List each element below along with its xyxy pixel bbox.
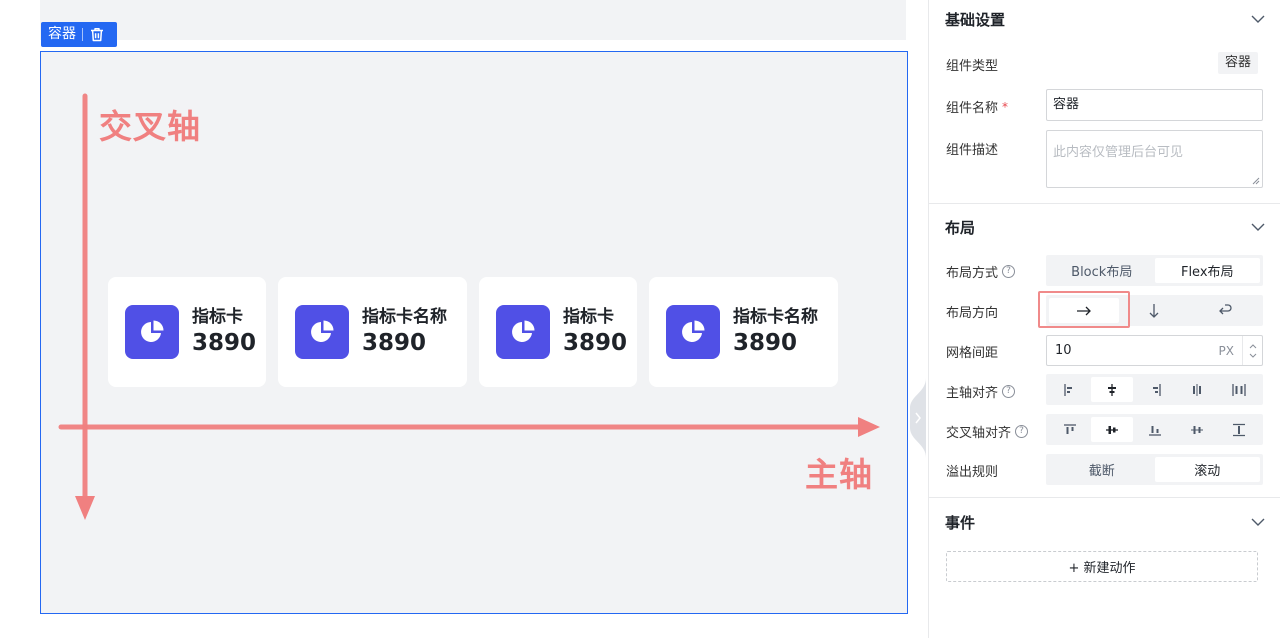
metric-card[interactable]: 指标卡名称 3890: [649, 277, 838, 387]
justify-around-option[interactable]: [1176, 377, 1218, 402]
layout-direction-label: 布局方向: [946, 306, 999, 321]
component-name-label: 组件名称 *: [946, 97, 1009, 117]
cross-align-label: 交叉轴对齐 ?: [946, 422, 1029, 441]
align-stretch-option[interactable]: [1218, 417, 1260, 442]
metric-card-value: 3890: [192, 330, 257, 356]
align-middle-icon: [1106, 425, 1119, 434]
grid-gap-value[interactable]: 10: [1047, 343, 1219, 358]
overflow-label: 溢出规则: [946, 465, 999, 480]
required-star: *: [1002, 99, 1009, 114]
metric-card-title: 指标卡: [192, 307, 243, 327]
layout-mode-segment: Block布局 Flex布局: [1046, 255, 1263, 286]
component-desc-textarea[interactable]: 此内容仅管理后台可见: [1046, 130, 1263, 188]
component-name-label-text: 组件名称: [946, 101, 999, 116]
section-title: 事件: [945, 513, 976, 532]
justify-end-icon: [1152, 383, 1161, 396]
section-header-layout[interactable]: 布局: [945, 215, 1265, 239]
overflow-clip-option[interactable]: 截断: [1049, 457, 1155, 482]
align-start-option[interactable]: [1049, 417, 1091, 442]
pie-chart-icon: [125, 305, 179, 359]
badge-divider: [82, 28, 83, 41]
pie-chart-icon: [496, 305, 550, 359]
justify-start-option[interactable]: [1049, 377, 1091, 402]
section-title: 基础设置: [945, 10, 1006, 29]
panel-collapse-handle[interactable]: [906, 378, 926, 458]
metric-card-title: 指标卡名称: [362, 307, 447, 327]
desc-placeholder: 此内容仅管理后台可见: [1053, 145, 1184, 160]
help-icon[interactable]: ?: [1002, 265, 1016, 278]
section-title: 布局: [945, 218, 976, 237]
help-icon[interactable]: ?: [1002, 385, 1016, 398]
number-stepper[interactable]: [1242, 336, 1262, 365]
layout-mode-label: 布局方式 ?: [946, 262, 1016, 281]
layout-mode-block[interactable]: Block布局: [1049, 258, 1155, 283]
main-align-label-text: 主轴对齐: [946, 386, 999, 401]
metric-card-title: 指标卡名称: [733, 307, 818, 327]
selected-component-badge: 容器: [41, 22, 117, 47]
resize-grip-icon[interactable]: [1252, 177, 1260, 185]
add-action-button[interactable]: + 新建动作: [946, 551, 1258, 582]
align-stretch-icon: [1232, 423, 1245, 436]
trash-icon[interactable]: [90, 27, 104, 42]
stepper-up-icon[interactable]: [1249, 343, 1257, 349]
justify-between-icon: [1232, 383, 1246, 396]
justify-end-option[interactable]: [1133, 377, 1175, 402]
component-type-tag: 容器: [1218, 52, 1259, 74]
pie-chart-icon: [295, 305, 349, 359]
metric-card[interactable]: 指标卡 3890: [108, 277, 266, 387]
metric-card-value: 3890: [733, 330, 798, 356]
main-align-segment: [1046, 374, 1263, 405]
align-baseline-icon: [1190, 425, 1203, 434]
chevron-down-icon[interactable]: [1251, 518, 1265, 526]
stepper-down-icon[interactable]: [1249, 353, 1257, 359]
properties-panel: 基础设置 组件类型 容器 组件名称 * 容器 组件描述 此内容仅管理后台可见 布…: [928, 0, 1280, 638]
component-desc-label: 组件描述: [946, 143, 999, 158]
align-center-option[interactable]: [1091, 417, 1134, 442]
metric-card-title: 指标卡: [563, 307, 614, 327]
arrow-down-icon: [1150, 303, 1159, 318]
metric-card-value: 3890: [362, 330, 427, 356]
cross-axis-label: 交叉轴: [99, 107, 201, 146]
align-end-option[interactable]: [1133, 417, 1175, 442]
main-axis-label: 主轴: [805, 455, 873, 494]
divider: [929, 203, 1280, 204]
chevron-down-icon[interactable]: [1251, 223, 1265, 231]
overflow-segment: 截断 滚动: [1046, 454, 1263, 485]
editor-canvas: 容器 指标卡 3890 指标卡名称 3890 指标卡 3890 指标卡名称 38…: [0, 0, 926, 638]
justify-around-icon: [1192, 383, 1201, 396]
layout-mode-label-text: 布局方式: [946, 266, 999, 281]
direction-wrap-option[interactable]: [1190, 298, 1260, 323]
grid-gap-label: 网格间距: [946, 346, 999, 361]
section-header-basic[interactable]: 基础设置: [945, 7, 1265, 31]
main-align-label: 主轴对齐 ?: [946, 382, 1016, 401]
cross-align-label-text: 交叉轴对齐: [946, 426, 1012, 441]
component-type-label: 组件类型: [946, 59, 999, 74]
pie-chart-icon: [666, 305, 720, 359]
grid-gap-unit: PX: [1218, 343, 1234, 358]
align-top-icon: [1064, 423, 1077, 434]
metric-card[interactable]: 指标卡 3890: [479, 277, 637, 387]
direction-highlight-box: [1038, 291, 1130, 328]
metric-cards-row: 指标卡 3890 指标卡名称 3890 指标卡 3890 指标卡名称 3890: [108, 277, 838, 387]
justify-start-icon: [1064, 383, 1073, 396]
divider: [929, 497, 1280, 498]
justify-center-option[interactable]: [1091, 377, 1134, 402]
justify-center-icon: [1108, 383, 1117, 396]
metric-card-value: 3890: [563, 330, 628, 356]
align-baseline-option[interactable]: [1176, 417, 1218, 442]
badge-label: 容器: [48, 26, 76, 42]
overflow-scroll-option[interactable]: 滚动: [1154, 457, 1260, 482]
chevron-down-icon[interactable]: [1251, 15, 1265, 23]
wrap-return-icon: [1218, 304, 1232, 315]
previous-component-strip[interactable]: [40, 0, 906, 40]
help-icon[interactable]: ?: [1015, 425, 1029, 438]
justify-between-option[interactable]: [1218, 377, 1260, 402]
metric-card[interactable]: 指标卡名称 3890: [278, 277, 467, 387]
section-header-events[interactable]: 事件: [945, 510, 1265, 534]
grid-gap-input[interactable]: 10 PX: [1046, 335, 1263, 366]
component-name-input[interactable]: 容器: [1046, 89, 1263, 121]
cross-align-segment: [1046, 414, 1263, 445]
layout-mode-flex[interactable]: Flex布局: [1154, 258, 1260, 283]
align-bottom-icon: [1148, 425, 1161, 436]
